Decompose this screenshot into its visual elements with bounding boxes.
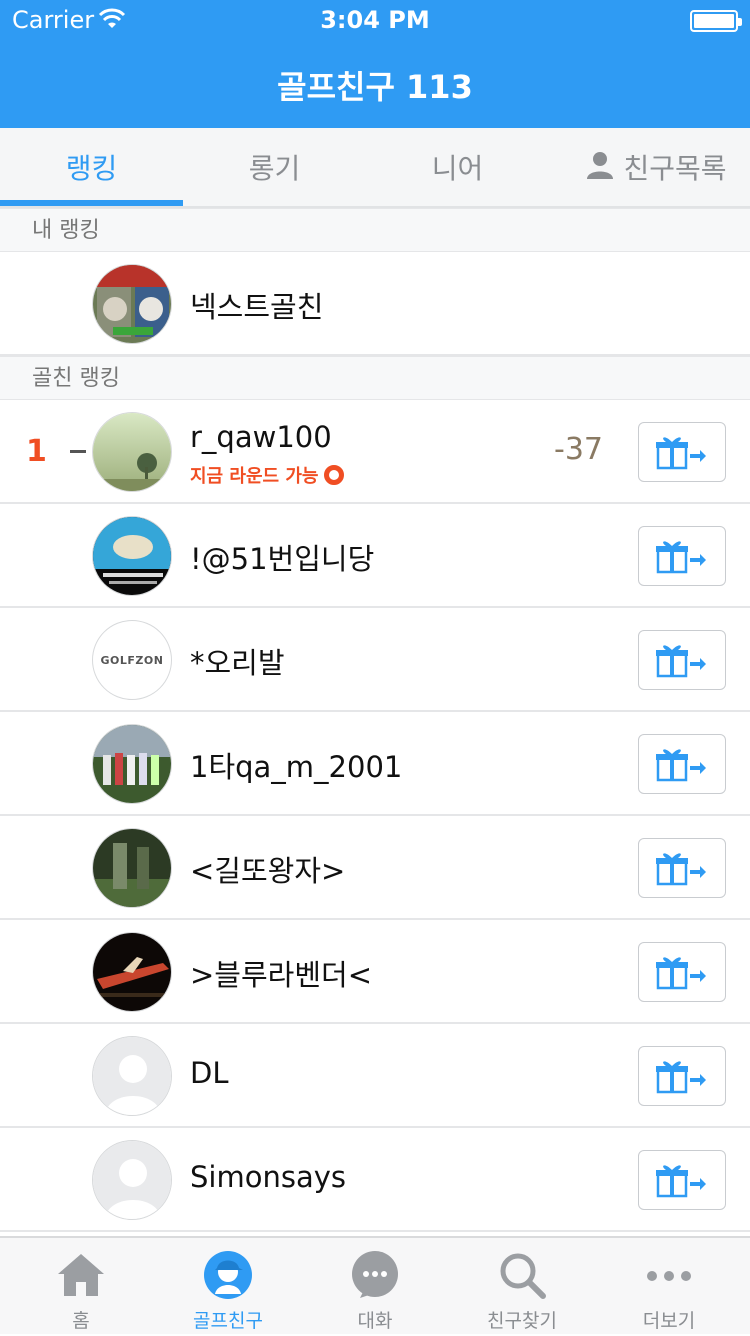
status-text: 지금 라운드 가능: [190, 466, 319, 487]
table-row[interactable]: 1타qa_m_2001: [0, 712, 750, 816]
table-row[interactable]: >블루라벤더<: [0, 920, 750, 1024]
golf-friend-icon: [204, 1251, 252, 1299]
tab-indicator: [0, 200, 183, 206]
status-dot-icon: [324, 465, 345, 485]
tab-nearest[interactable]: 니어: [366, 128, 549, 206]
home-icon: [58, 1254, 104, 1296]
gift-icon: [656, 541, 706, 574]
avatar: [92, 828, 172, 908]
battery-icon: [690, 10, 742, 32]
tabbar-label: 홈: [72, 1310, 90, 1332]
send-gift-button[interactable]: [638, 734, 726, 794]
tabbar-label: 더보기: [642, 1310, 696, 1332]
tab-label: 롱기: [248, 152, 301, 185]
section-header-my-ranking: 내 랭킹: [0, 208, 750, 252]
gift-icon: [656, 853, 706, 886]
send-gift-button[interactable]: [638, 630, 726, 690]
gift-icon: [656, 1165, 706, 1198]
rank-unchanged-icon: [70, 450, 86, 453]
send-gift-button[interactable]: [638, 1046, 726, 1106]
tabbar-find-friends[interactable]: 친구찾기: [447, 1238, 597, 1336]
segment-tabs: 랭킹 롱기 니어 친구목록: [0, 128, 750, 208]
gift-icon: [656, 749, 706, 782]
user-name: Simonsays: [190, 1160, 346, 1194]
section-header-friend-ranking: 골친 랭킹: [0, 356, 750, 400]
user-name: >블루라벤더<: [190, 958, 372, 992]
tab-label: 니어: [431, 152, 484, 185]
golfzon-logo: GOLFZON: [100, 653, 164, 667]
table-row[interactable]: GOLFZON *오리발: [0, 608, 750, 712]
send-gift-button[interactable]: [638, 422, 726, 482]
search-icon: [500, 1253, 546, 1299]
gift-icon: [656, 1061, 706, 1094]
more-icon: [647, 1271, 691, 1281]
tabbar-home[interactable]: 홈: [6, 1238, 156, 1336]
gift-icon: [656, 957, 706, 990]
user-name: !@51번입니당: [190, 542, 375, 576]
send-gift-button[interactable]: [638, 838, 726, 898]
avatar: [92, 264, 172, 344]
tabbar-label: 친구찾기: [487, 1310, 557, 1332]
default-avatar-icon: [92, 1140, 172, 1220]
send-gift-button[interactable]: [638, 526, 726, 586]
gift-icon: [656, 437, 706, 470]
person-icon: [583, 147, 623, 188]
send-gift-button[interactable]: [638, 942, 726, 1002]
avatar: [92, 724, 172, 804]
table-row[interactable]: 1 r_qaw100 지금 라운드 가능 -37: [0, 400, 750, 504]
tabbar-label: 골프친구: [193, 1310, 263, 1332]
page-title: 골프친구 113: [277, 68, 473, 106]
chat-icon: [352, 1251, 398, 1298]
table-row[interactable]: DL: [0, 1024, 750, 1128]
user-name: DL: [190, 1056, 229, 1090]
user-name: 넥스트골친: [190, 290, 324, 324]
avatar: [92, 932, 172, 1012]
avatar: [92, 412, 172, 492]
table-row[interactable]: <길또왕자>: [0, 816, 750, 920]
tab-longest[interactable]: 롱기: [183, 128, 366, 206]
tab-ranking[interactable]: 랭킹: [0, 128, 183, 206]
score: -37: [554, 432, 603, 467]
my-ranking-row[interactable]: 넥스트골친: [0, 252, 750, 356]
round-available-status: 지금 라운드 가능: [190, 462, 345, 488]
tabbar-more[interactable]: 더보기: [594, 1238, 744, 1336]
rank-number: 1: [26, 434, 47, 469]
user-name: 1타qa_m_2001: [190, 750, 403, 784]
bottom-tab-bar: 홈 골프친구 대화 친구찾기 더보기: [0, 1236, 750, 1334]
app-header: Carrier 3:04 PM 골프친구 113: [0, 0, 750, 128]
default-avatar-icon: [92, 1036, 172, 1116]
avatar: [92, 516, 172, 596]
user-name: r_qaw100: [190, 420, 332, 454]
tab-label: 친구목록: [623, 152, 727, 185]
table-row[interactable]: !@51번입니당: [0, 504, 750, 608]
tab-friend-list[interactable]: 친구목록: [560, 128, 750, 206]
clock: 3:04 PM: [320, 6, 430, 34]
avatar: GOLFZON: [92, 620, 172, 700]
gift-icon: [656, 645, 706, 678]
send-gift-button[interactable]: [638, 1150, 726, 1210]
tabbar-golf-friend[interactable]: 골프친구: [153, 1238, 303, 1336]
table-row[interactable]: Simonsays: [0, 1128, 750, 1232]
tab-label: 랭킹: [65, 152, 118, 185]
user-name: <길또왕자>: [190, 854, 346, 888]
tabbar-chat[interactable]: 대화: [300, 1238, 450, 1336]
user-name: *오리발: [190, 646, 285, 680]
tabbar-label: 대화: [357, 1310, 393, 1332]
status-bar: Carrier 3:04 PM: [0, 0, 750, 40]
